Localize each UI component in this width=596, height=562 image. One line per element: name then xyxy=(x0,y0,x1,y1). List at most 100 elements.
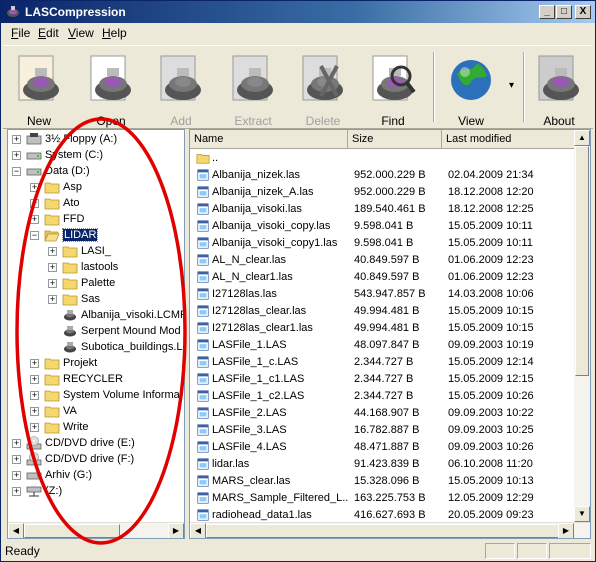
tree-item[interactable]: + Write xyxy=(8,420,184,436)
tree-item[interactable]: Serpent Mound Mod xyxy=(8,324,184,340)
tree-item[interactable]: + CD/DVD drive (F:) xyxy=(8,452,184,468)
tree-item[interactable]: + Projekt xyxy=(8,356,184,372)
expand-icon[interactable]: + xyxy=(30,407,39,416)
tree-item[interactable]: + Sas xyxy=(8,292,184,308)
column-size-header[interactable]: Size xyxy=(348,130,442,148)
delete-tool-button[interactable]: Delete xyxy=(295,48,351,128)
scroll-left-icon[interactable]: ◀ xyxy=(190,523,206,538)
tree-item[interactable]: + LASI_ xyxy=(8,244,184,260)
expand-icon[interactable]: + xyxy=(48,295,57,304)
folder-tree[interactable]: ◀ ▶ +3½ Floppy (A:) + System (C:) − Data (D:… xyxy=(7,129,185,539)
file-row[interactable]: AL_N_clear1.las 40.849.597 B 01.06.2009 12… xyxy=(190,269,576,286)
expand-icon[interactable]: + xyxy=(48,263,57,272)
file-row[interactable]: I27128las_clear1.las 49.994.481 B 15.05.20… xyxy=(190,320,576,337)
tree-item[interactable]: − LIDAR xyxy=(8,228,184,244)
tree-item[interactable]: + Arhiv (G:) xyxy=(8,468,184,484)
file-row[interactable]: LASFile_1_c1.LAS 2.344.727 B 15.05.2009 12… xyxy=(190,371,576,388)
expand-icon[interactable]: + xyxy=(30,199,39,208)
collapse-icon[interactable]: − xyxy=(30,231,39,240)
scroll-thumb[interactable] xyxy=(24,524,120,538)
expand-icon[interactable]: + xyxy=(48,247,57,256)
column-name-header[interactable]: Name xyxy=(190,130,348,148)
file-modified: 12.05.2009 12:29 xyxy=(448,492,534,504)
expand-icon[interactable]: + xyxy=(12,471,21,480)
expand-icon[interactable]: + xyxy=(12,455,21,464)
file-row[interactable]: LASFile_4.LAS 48.471.887 B 09.09.2003 10:2… xyxy=(190,439,576,456)
scroll-right-icon[interactable]: ▶ xyxy=(168,523,184,538)
tree-item[interactable]: Albanija_visoki.LCMP xyxy=(8,308,184,324)
about-tool-button[interactable]: About xyxy=(531,48,587,128)
file-row[interactable]: I27128las.las 543.947.857 B 14.03.2008 10:… xyxy=(190,286,576,303)
file-list[interactable]: Name Size Last modified .. Albanija_nizek… xyxy=(189,129,591,539)
file-row[interactable]: Albanija_visoki_copy1.las 9.598.041 B 15.0… xyxy=(190,235,576,252)
tree-item[interactable]: + Ato xyxy=(8,196,184,212)
file-row[interactable]: I27128las_clear.las 49.994.481 B 15.05.200… xyxy=(190,303,576,320)
tree-item[interactable]: + System (C:) xyxy=(8,148,184,164)
file-row[interactable]: LASFile_1_c2.LAS 2.344.727 B 15.05.2009 10… xyxy=(190,388,576,405)
menu-view[interactable]: View xyxy=(68,26,94,40)
find-tool-button[interactable]: Find xyxy=(365,48,421,128)
scroll-left-icon[interactable]: ◀ xyxy=(8,523,24,538)
list-vertical-scrollbar[interactable]: ▲ ▼ xyxy=(574,130,590,522)
column-modified-header[interactable]: Last modified xyxy=(442,130,576,148)
scroll-down-icon[interactable]: ▼ xyxy=(574,506,590,522)
tree-item[interactable]: + Asp xyxy=(8,180,184,196)
tree-item[interactable]: + VA xyxy=(8,404,184,420)
file-row[interactable]: LASFile_1_c.LAS 2.344.727 B 15.05.2009 12:… xyxy=(190,354,576,371)
tree-item[interactable]: + lastools xyxy=(8,260,184,276)
expand-icon[interactable]: + xyxy=(12,135,21,144)
tree-item[interactable]: + RECYCLER xyxy=(8,372,184,388)
menu-help[interactable]: Help xyxy=(102,26,127,40)
expand-icon[interactable]: + xyxy=(12,487,21,496)
tree-item[interactable]: + System Volume Informa xyxy=(8,388,184,404)
open-tool-button[interactable]: Open xyxy=(83,48,139,128)
tree-item-label: LIDAR xyxy=(61,228,99,242)
scroll-up-icon[interactable]: ▲ xyxy=(574,130,590,146)
minimize-button[interactable]: _ xyxy=(539,5,555,19)
tree-item[interactable]: + CD/DVD drive (E:) xyxy=(8,436,184,452)
expand-icon[interactable]: + xyxy=(48,279,57,288)
new-tool-button[interactable]: New xyxy=(11,48,67,128)
expand-icon[interactable]: + xyxy=(30,183,39,192)
file-row[interactable]: MARS_clear.las 15.328.096 B 15.05.2009 10:… xyxy=(190,473,576,490)
file-row[interactable]: lidar.las 91.423.839 B 06.10.2008 11:20 xyxy=(190,456,576,473)
tree-item[interactable]: − Data (D:) xyxy=(8,164,184,180)
view-dropdown-icon[interactable]: ▾ xyxy=(509,80,514,91)
menu-edit[interactable]: Edit xyxy=(38,26,59,40)
tree-horizontal-scrollbar[interactable]: ◀ ▶ xyxy=(8,522,184,538)
expand-icon[interactable]: + xyxy=(30,215,39,224)
file-row[interactable]: Albanija_nizek.las 952.000.229 B 02.04.200… xyxy=(190,167,576,184)
expand-icon[interactable]: + xyxy=(12,151,21,160)
expand-icon[interactable]: + xyxy=(30,423,39,432)
scroll-thumb[interactable] xyxy=(575,146,589,376)
menu-file[interactable]: File xyxy=(11,26,30,40)
list-horizontal-scrollbar[interactable]: ◀ ▶ xyxy=(190,522,590,538)
collapse-icon[interactable]: − xyxy=(12,167,21,176)
expand-icon[interactable]: + xyxy=(12,439,21,448)
tree-item[interactable]: Subotica_buildings.L xyxy=(8,340,184,356)
extract-tool-button[interactable]: Extract xyxy=(225,48,281,128)
expand-icon[interactable]: + xyxy=(30,375,39,384)
tree-item[interactable]: + Palette xyxy=(8,276,184,292)
file-row[interactable]: AL_N_clear.las 40.849.597 B 01.06.2009 12:… xyxy=(190,252,576,269)
view-tool-button[interactable]: View xyxy=(443,48,499,128)
tree-item[interactable]: + FFD xyxy=(8,212,184,228)
add-tool-button[interactable]: Add xyxy=(153,48,209,128)
file-row[interactable]: Albanija_visoki_copy.las 9.598.041 B 15.05… xyxy=(190,218,576,235)
file-row[interactable]: LASFile_3.LAS 16.782.887 B 09.09.2003 10:2… xyxy=(190,422,576,439)
file-row[interactable]: Albanija_nizek_A.las 952.000.229 B 18.12.2… xyxy=(190,184,576,201)
file-row[interactable]: LASFile_2.LAS 44.168.907 B 09.09.2003 10:2… xyxy=(190,405,576,422)
tree-item[interactable]: +3½ Floppy (A:) xyxy=(8,132,184,148)
close-button[interactable]: X xyxy=(575,5,591,19)
expand-icon[interactable]: + xyxy=(30,359,39,368)
file-row[interactable]: LASFile_1.LAS 48.097.847 B 09.09.2003 10:1… xyxy=(190,337,576,354)
tree-item[interactable]: + (Z:) xyxy=(8,484,184,500)
file-row[interactable]: .. xyxy=(190,150,576,167)
file-row[interactable]: MARS_Sample_Filtered_L... 163.225.753 B 12… xyxy=(190,490,576,507)
file-row[interactable]: Albanija_visoki.las 189.540.461 B 18.12.20… xyxy=(190,201,576,218)
scroll-right-icon[interactable]: ▶ xyxy=(558,523,574,538)
title-bar[interactable]: LASCompression _ □ X xyxy=(1,1,595,23)
scroll-thumb[interactable] xyxy=(206,524,566,538)
maximize-button[interactable]: □ xyxy=(556,5,572,19)
expand-icon[interactable]: + xyxy=(30,391,39,400)
